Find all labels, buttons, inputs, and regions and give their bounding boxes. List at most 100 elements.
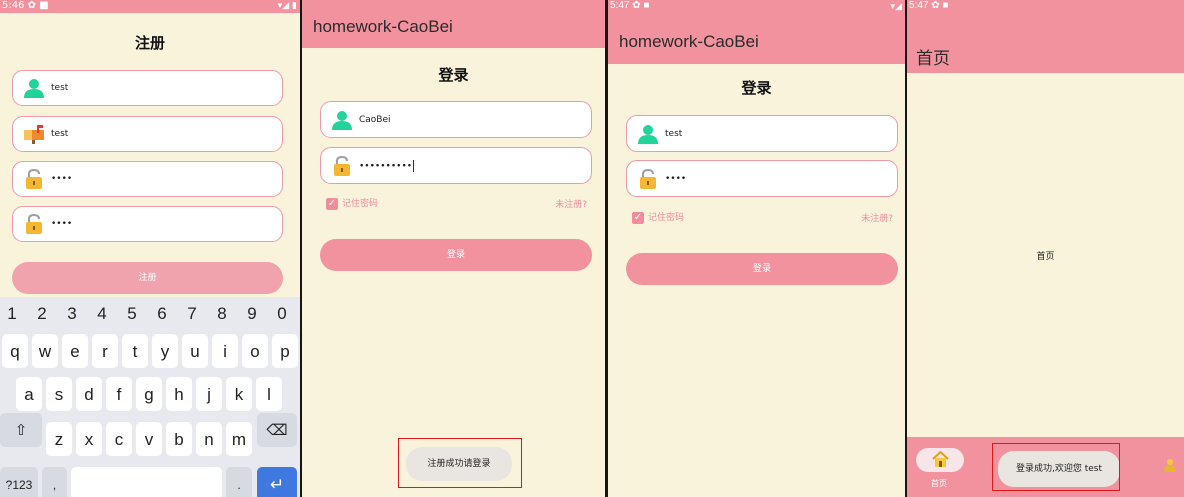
enter-key[interactable]: ↵ [257, 467, 297, 497]
status-bar: 5:47 ✿ ■ ▾◢ [608, 0, 905, 13]
login-screen-2: 5:47 ✿ ■ ▾◢ homework-CaoBei 登录 test ••••… [608, 0, 905, 497]
key-l[interactable]: l [256, 377, 282, 411]
key-m[interactable]: m [226, 422, 252, 456]
lock-icon [334, 155, 350, 176]
page-title: 登录 [741, 79, 772, 97]
key-r[interactable]: r [92, 334, 118, 368]
key-3[interactable]: 3 [60, 299, 84, 329]
key-i[interactable]: i [212, 334, 238, 368]
app-title: homework-CaoBei [313, 17, 453, 36]
username-value: CaoBei [359, 114, 391, 125]
key-e[interactable]: e [62, 334, 88, 368]
profile-icon[interactable] [1164, 458, 1178, 472]
login-button[interactable]: 登录 [320, 239, 592, 271]
key-k[interactable]: k [226, 377, 252, 411]
remember-label: 记住密码 [648, 213, 685, 223]
key-4[interactable]: 4 [90, 299, 114, 329]
username-field[interactable]: test [12, 70, 283, 106]
email-field[interactable]: test [12, 116, 283, 152]
key-t[interactable]: t [122, 334, 148, 368]
checkbox-checked-icon[interactable]: ✓ [632, 211, 644, 224]
soft-keyboard: 1234567890 qwertyuiop asdfghjkl zxcvbnm … [0, 297, 300, 497]
symbols-key[interactable]: ?123 [0, 467, 38, 497]
page-title: 注册 [134, 34, 165, 52]
status-right-icons: ▾◢ ▮ [277, 1, 297, 11]
status-bar: 5:46 ✿ ■ ▾◢ ▮ [0, 0, 300, 13]
password-value: •••• [51, 174, 73, 184]
nav-home-button[interactable] [916, 448, 964, 472]
key-z[interactable]: z [46, 422, 72, 456]
key-c[interactable]: c [106, 422, 132, 456]
period-key[interactable]: . [226, 467, 252, 497]
confirm-password-field[interactable]: •••• [12, 206, 283, 242]
key-p[interactable]: p [272, 334, 298, 368]
key-9[interactable]: 9 [240, 299, 264, 329]
lock-icon [640, 168, 656, 189]
highlight-box [398, 438, 522, 488]
key-q[interactable]: q [2, 334, 28, 368]
checkbox-checked-icon[interactable]: ✓ [326, 197, 338, 210]
status-time: 5:47 [610, 0, 630, 11]
status-time: 5:47 [909, 0, 929, 11]
login-button[interactable]: 登录 [626, 253, 898, 285]
key-8[interactable]: 8 [210, 299, 234, 329]
key-d[interactable]: d [76, 377, 102, 411]
key-2[interactable]: 2 [30, 299, 54, 329]
shift-key[interactable]: ⇧ [0, 413, 42, 447]
password-field[interactable]: •••••••••• [320, 147, 592, 184]
email-value: test [51, 129, 69, 139]
status-icons: ✿ ■ [931, 0, 949, 11]
key-u[interactable]: u [182, 334, 208, 368]
key-x[interactable]: x [76, 422, 102, 456]
password-value: •••• [665, 173, 687, 184]
lock-icon [26, 169, 42, 189]
key-w[interactable]: w [32, 334, 58, 368]
user-icon [638, 124, 658, 144]
app-bar: 5:47 ✿ ■ 首页 [907, 0, 1184, 73]
password-value: •••••••••• [359, 159, 415, 172]
key-7[interactable]: 7 [180, 299, 204, 329]
mailbox-icon [24, 125, 44, 144]
remember-password[interactable]: ✓ 记住密码 [326, 196, 378, 210]
confirm-password-value: •••• [51, 219, 73, 229]
highlight-box [992, 443, 1120, 491]
key-j[interactable]: j [196, 377, 222, 411]
remember-label: 记住密码 [342, 199, 379, 209]
status-time: 5:46 [2, 0, 25, 11]
page-title: 首页 [916, 49, 950, 68]
key-o[interactable]: o [242, 334, 268, 368]
key-s[interactable]: s [46, 377, 72, 411]
key-v[interactable]: v [136, 422, 162, 456]
key-y[interactable]: y [152, 334, 178, 368]
lock-icon [26, 214, 42, 234]
register-link[interactable]: 未注册? [555, 197, 587, 210]
key-0[interactable]: 0 [270, 299, 294, 329]
status-icons: ✿ ■ [27, 0, 49, 11]
register-link[interactable]: 未注册? [861, 211, 893, 224]
key-g[interactable]: g [136, 377, 162, 411]
key-f[interactable]: f [106, 377, 132, 411]
username-field[interactable]: CaoBei [320, 101, 592, 138]
comma-key[interactable]: , [42, 467, 67, 497]
key-n[interactable]: n [196, 422, 222, 456]
key-a[interactable]: a [16, 377, 42, 411]
space-key[interactable] [71, 467, 222, 497]
register-button[interactable]: 注册 [12, 262, 283, 294]
key-h[interactable]: h [166, 377, 192, 411]
backspace-key[interactable]: ⌫ [257, 413, 297, 447]
key-6[interactable]: 6 [150, 299, 174, 329]
password-field[interactable]: •••• [626, 160, 898, 197]
status-bar: 5:47 ✿ ■ [907, 0, 1184, 13]
app-bar: 5:47 ✿ ■ ▾◢ homework-CaoBei [608, 0, 905, 64]
key-b[interactable]: b [166, 422, 192, 456]
remember-password[interactable]: ✓ 记住密码 [632, 210, 684, 224]
password-field[interactable]: •••• [12, 161, 283, 197]
text-caret [413, 159, 415, 172]
app-bar: homework-CaoBei [302, 0, 605, 48]
login-screen-1: homework-CaoBei 登录 CaoBei •••••••••• ✓ 记住… [302, 0, 605, 497]
username-field[interactable]: test [626, 115, 898, 152]
username-value: test [51, 83, 69, 93]
key-1[interactable]: 1 [0, 299, 24, 329]
status-right-icons: ▾◢ [890, 1, 902, 11]
key-5[interactable]: 5 [120, 299, 144, 329]
